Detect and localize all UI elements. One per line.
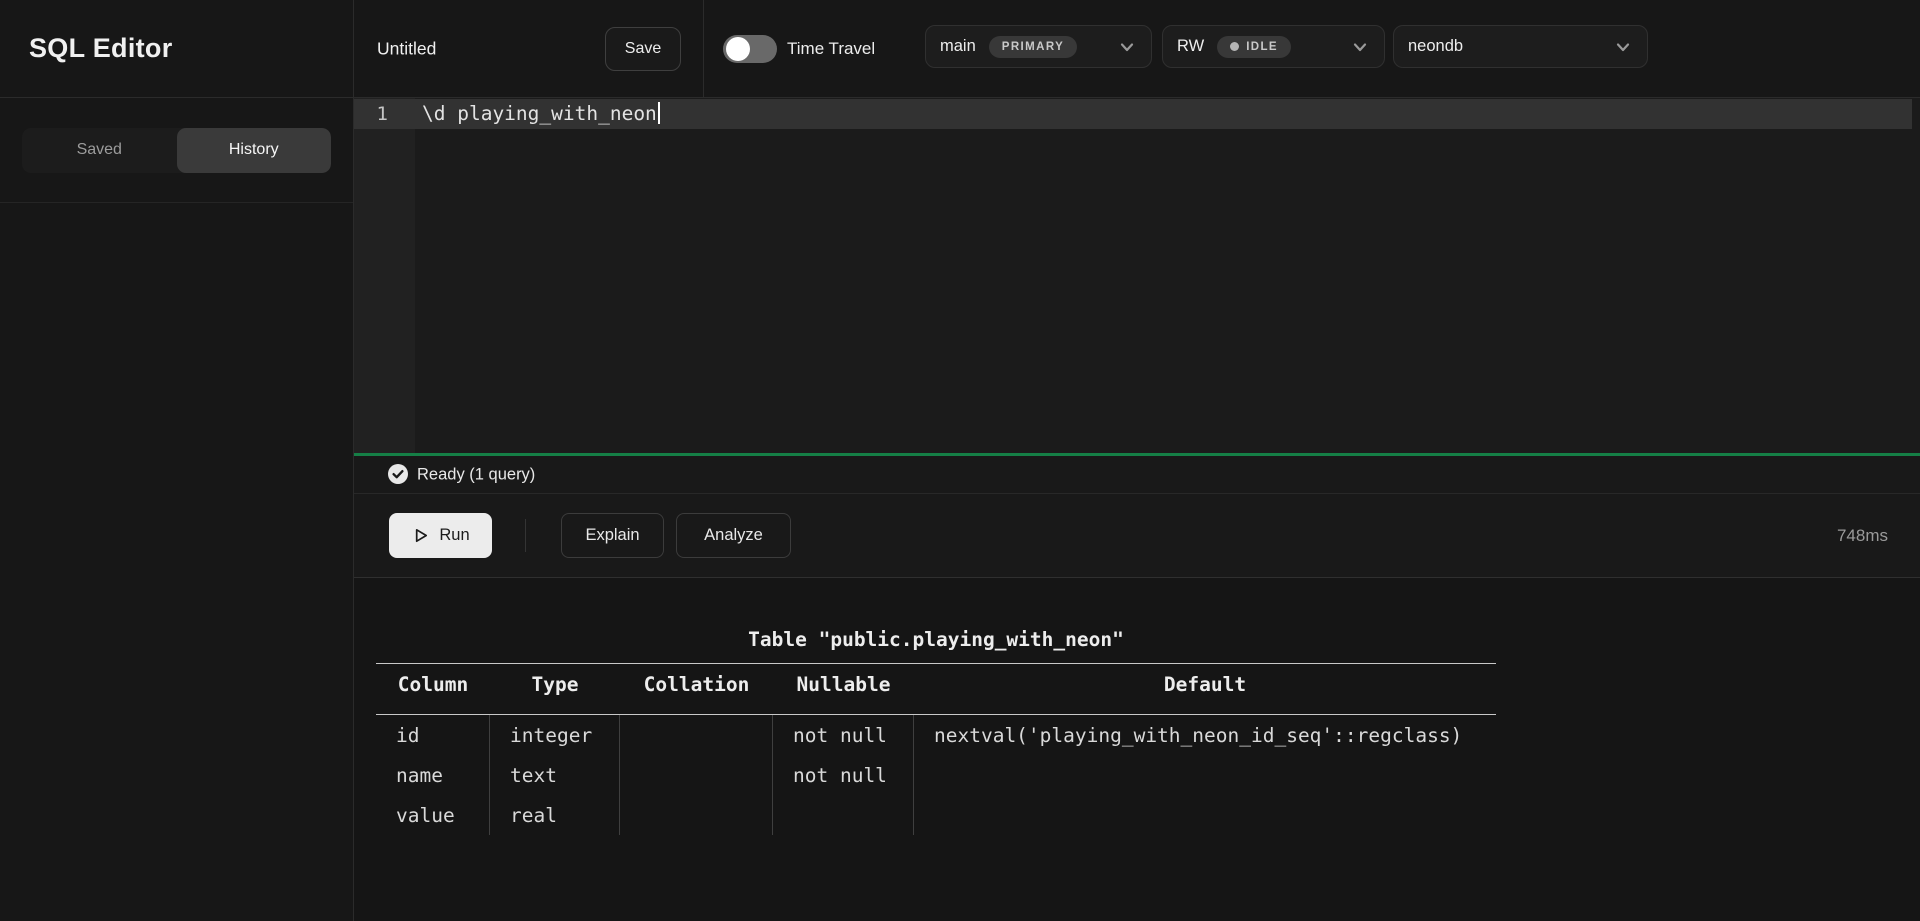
results-cell: integer bbox=[490, 715, 620, 755]
topbar-divider bbox=[703, 0, 704, 97]
results-body: idinteger not nullnextval('playing_with_n… bbox=[376, 715, 1496, 835]
results-cell bbox=[620, 795, 773, 835]
actions-bar: Run Explain Analyze 748ms bbox=[354, 494, 1920, 578]
saved-history-tab-group: Saved History bbox=[22, 128, 331, 173]
sidebar-header: SQL Editor bbox=[0, 0, 353, 98]
results-table-title: Table "public.playing_with_neon" bbox=[376, 627, 1496, 653]
editor-gutter bbox=[354, 98, 415, 453]
status-bar: Ready (1 query) bbox=[354, 456, 1920, 494]
results-cell: value bbox=[376, 795, 490, 835]
results-header-row: ColumnTypeCollationNullableDefault bbox=[376, 664, 1496, 704]
tab-history[interactable]: History bbox=[177, 128, 332, 173]
results-cell: id bbox=[376, 715, 490, 755]
line-number: 1 bbox=[354, 99, 388, 129]
code-text: \d playing_with_neon bbox=[422, 102, 657, 125]
editor-code-line[interactable]: \d playing_with_neon bbox=[422, 99, 660, 129]
sql-editor[interactable]: 1 \d playing_with_neon bbox=[354, 98, 1920, 453]
results-cell: not null bbox=[773, 755, 914, 795]
idle-dot-icon bbox=[1230, 42, 1239, 51]
compute-name: RW bbox=[1177, 37, 1204, 56]
main-area: Untitled Save Time Travel main PRIMARY R… bbox=[354, 0, 1920, 921]
results-cell: name bbox=[376, 755, 490, 795]
results-header-cell: Type bbox=[490, 664, 620, 704]
indexes-label: Indexes: bbox=[376, 915, 1496, 921]
results-header-cell: Column bbox=[376, 664, 490, 704]
results-header-cell: Nullable bbox=[773, 664, 914, 704]
compute-status-badge: IDLE bbox=[1217, 36, 1291, 58]
time-travel-label: Time Travel bbox=[787, 39, 875, 59]
results-cell bbox=[914, 795, 1496, 835]
check-circle-icon bbox=[388, 464, 408, 484]
text-cursor bbox=[658, 102, 660, 124]
explain-button[interactable]: Explain bbox=[561, 513, 664, 558]
query-title[interactable]: Untitled bbox=[377, 38, 436, 59]
branch-name: main bbox=[940, 37, 976, 56]
branch-primary-badge: PRIMARY bbox=[989, 36, 1077, 58]
page-title: SQL Editor bbox=[29, 33, 173, 64]
run-button[interactable]: Run bbox=[389, 513, 492, 558]
results-panel: Table "public.playing_with_neon" ColumnT… bbox=[354, 578, 1920, 921]
tab-saved[interactable]: Saved bbox=[22, 128, 177, 173]
results-cell bbox=[620, 715, 773, 755]
compute-status-label: IDLE bbox=[1246, 41, 1278, 53]
results-cell bbox=[620, 755, 773, 795]
results-cell: real bbox=[490, 795, 620, 835]
results-cell: nextval('playing_with_neon_id_seq'::regc… bbox=[914, 715, 1496, 755]
play-icon bbox=[411, 526, 430, 545]
results-row: valuereal bbox=[376, 795, 1496, 835]
branch-select[interactable]: main PRIMARY bbox=[925, 25, 1152, 68]
psql-output: Table "public.playing_with_neon" ColumnT… bbox=[376, 578, 1496, 921]
query-duration: 748ms bbox=[1837, 526, 1888, 546]
sidebar: SQL Editor Saved History bbox=[0, 0, 354, 921]
results-cell: not null bbox=[773, 715, 914, 755]
save-button[interactable]: Save bbox=[605, 27, 681, 71]
toggle-knob-icon bbox=[726, 37, 750, 61]
time-travel-toggle[interactable] bbox=[723, 35, 777, 63]
results-header-cell: Collation bbox=[620, 664, 773, 704]
database-name: neondb bbox=[1408, 37, 1463, 56]
chevron-down-icon bbox=[1117, 37, 1137, 57]
analyze-button[interactable]: Analyze bbox=[676, 513, 791, 558]
results-row: idinteger not nullnextval('playing_with_n… bbox=[376, 715, 1496, 755]
status-message: Ready (1 query) bbox=[417, 465, 535, 484]
results-footer: Indexes: "playing_with_neon_pkey" PRIMAR… bbox=[376, 847, 1496, 921]
results-cell: text bbox=[490, 755, 620, 795]
sidebar-tabs-section: Saved History bbox=[0, 98, 353, 203]
actions-divider bbox=[525, 519, 526, 552]
database-select[interactable]: neondb bbox=[1393, 25, 1648, 68]
results-cell bbox=[914, 755, 1496, 795]
results-cell bbox=[773, 795, 914, 835]
topbar: Untitled Save Time Travel main PRIMARY R… bbox=[354, 0, 1920, 98]
compute-select[interactable]: RW IDLE bbox=[1162, 25, 1385, 68]
chevron-down-icon bbox=[1613, 37, 1633, 57]
run-button-label: Run bbox=[439, 526, 469, 545]
results-row: nametext not null bbox=[376, 755, 1496, 795]
chevron-down-icon bbox=[1350, 37, 1370, 57]
results-header-cell: Default bbox=[914, 664, 1496, 704]
